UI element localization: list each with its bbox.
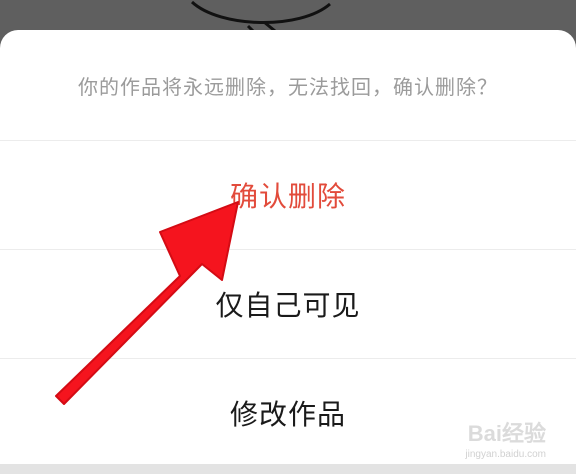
confirm-delete-button[interactable]: 确认删除: [0, 141, 576, 249]
edit-work-button[interactable]: 修改作品: [0, 359, 576, 467]
action-sheet: 你的作品将永远删除，无法找回，确认删除？ 确认删除 仅自己可见 修改作品: [0, 30, 576, 474]
screen: 你的作品将永远删除，无法找回，确认删除？ 确认删除 仅自己可见 修改作品 Bai…: [0, 0, 576, 474]
visible-to-self-only-button[interactable]: 仅自己可见: [0, 250, 576, 358]
bottom-strip: [0, 464, 576, 474]
delete-warning-text: 你的作品将永远删除，无法找回，确认删除？: [78, 74, 498, 99]
